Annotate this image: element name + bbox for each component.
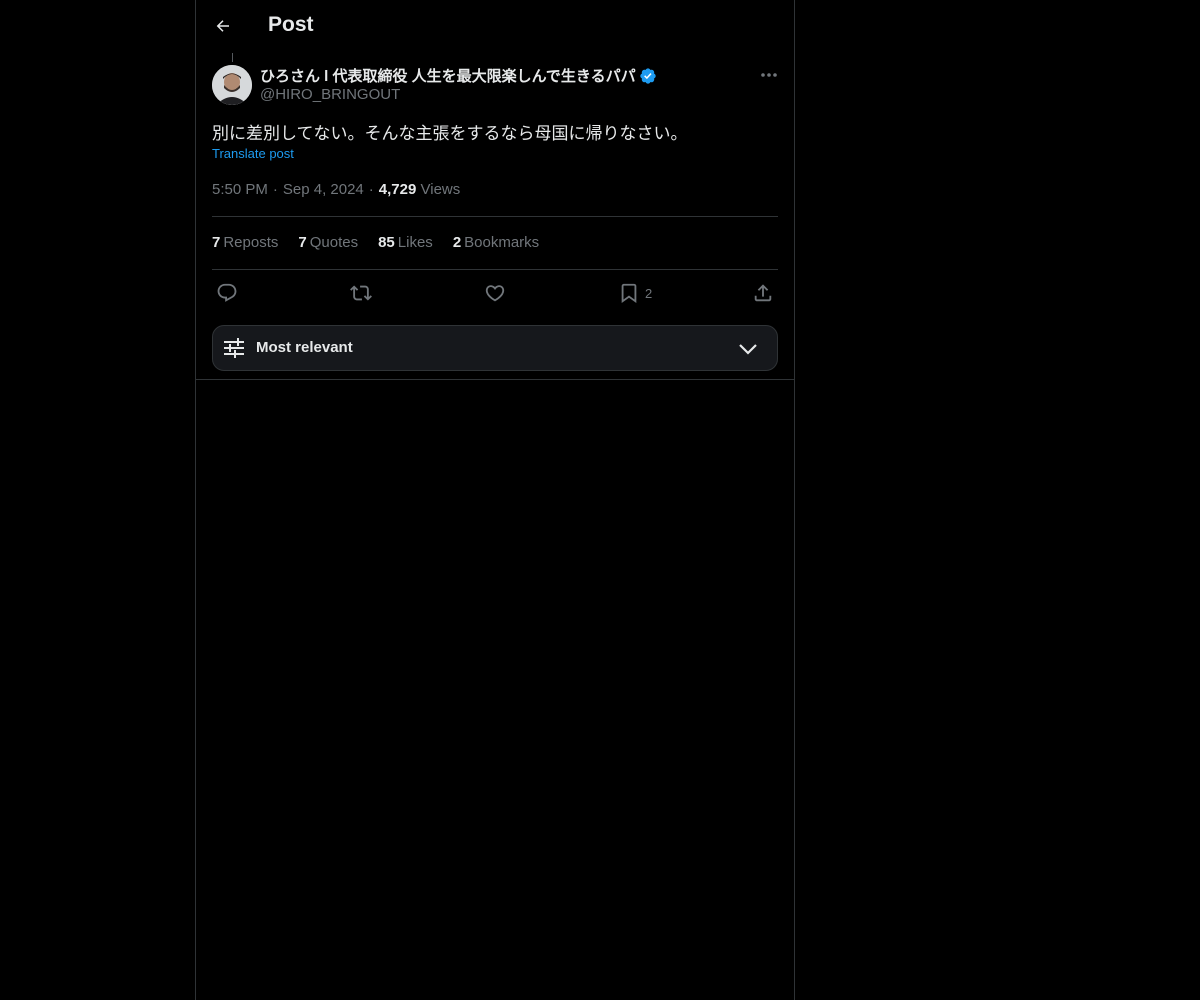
more-horizontal-icon [761, 73, 777, 77]
repost-button[interactable] [350, 280, 372, 306]
more-options-button[interactable] [756, 65, 782, 85]
reply-button[interactable] [216, 280, 238, 306]
sort-label: Most relevant [256, 339, 353, 356]
bookmark-count: 2 [645, 285, 653, 301]
share-icon [754, 284, 772, 302]
bookmarks-count: 2 [452, 234, 462, 251]
author-name[interactable]: ひろさん l 代表取締役 人生を最大限楽しんで生きるパパ [260, 65, 657, 86]
bookmark-icon [621, 283, 637, 304]
reposts-stat[interactable]: 7 Reposts [212, 234, 278, 251]
post-text: 別に差別してない。そんな主張をするなら母国に帰りなさい。 [212, 124, 688, 143]
main-column: Post ひろさん l 代表取締役 人生を最大限楽しんで生きるパパ @HIRO_… [195, 0, 795, 1000]
avatar-image [212, 65, 252, 105]
post-time[interactable]: 5:50 PM [212, 181, 268, 198]
bookmark-button[interactable]: 2 [618, 280, 652, 306]
quotes-label: Quotes [309, 234, 359, 251]
quotes-count: 7 [298, 234, 307, 251]
back-button[interactable] [208, 11, 238, 41]
engagement-stats: 7 Reposts 7 Quotes 85 Likes 2 Bookmarks [212, 234, 559, 251]
reposts-count: 7 [212, 234, 221, 251]
avatar[interactable] [212, 65, 252, 105]
reposts-label: Reposts [223, 234, 279, 251]
verified-badge-icon [639, 67, 656, 84]
post-meta: 5:50 PM · Sep 4, 2024 · 4,729 Views [212, 181, 460, 198]
views-count: 4,729 [378, 181, 417, 198]
divider [196, 379, 794, 380]
arrow-left-icon [216, 20, 229, 32]
likes-count: 85 [378, 234, 395, 251]
author-handle[interactable]: @HIRO_BRINGOUT [260, 86, 400, 103]
likes-stat[interactable]: 85 Likes [378, 234, 433, 251]
sliders-icon [224, 338, 244, 358]
like-button[interactable] [484, 280, 506, 306]
meta-separator: · [272, 181, 278, 198]
meta-separator: · [368, 181, 374, 198]
reply-icon [217, 283, 237, 302]
views-label: Views [420, 181, 461, 198]
chevron-down-icon [739, 344, 757, 355]
divider [212, 269, 778, 270]
bookmarks-label: Bookmarks [464, 234, 540, 251]
heart-icon [485, 285, 505, 302]
reply-sort-dropdown[interactable]: Most relevant [212, 325, 778, 371]
page-title: Post [268, 13, 314, 36]
thread-connector-line [232, 53, 233, 62]
share-button[interactable] [752, 280, 774, 306]
quotes-stat[interactable]: 7 Quotes [298, 234, 358, 251]
translate-post-link[interactable]: Translate post [212, 146, 294, 161]
author-name-text: ひろさん l 代表取締役 人生を最大限楽しんで生きるパパ [260, 68, 636, 85]
post-header: Post [196, 0, 794, 53]
post-date[interactable]: Sep 4, 2024 [283, 181, 364, 198]
bookmarks-stat[interactable]: 2 Bookmarks [453, 234, 539, 251]
divider [212, 216, 778, 217]
likes-label: Likes [397, 234, 433, 251]
repost-icon [350, 285, 372, 301]
